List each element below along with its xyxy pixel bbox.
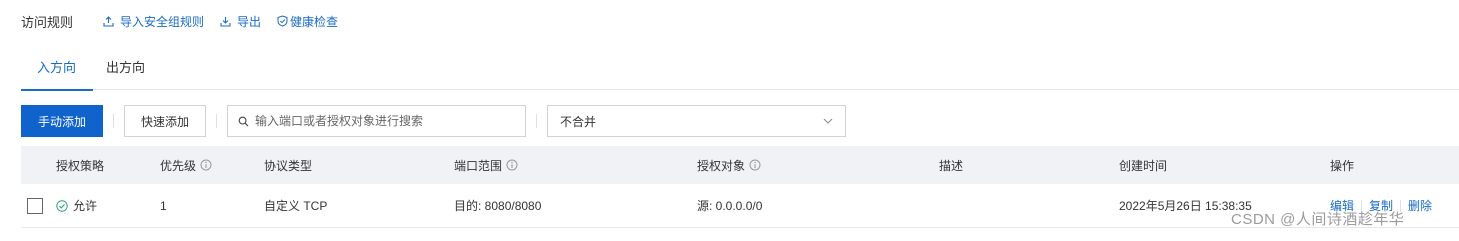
info-icon[interactable] [506,159,518,171]
check-circle-icon [56,199,68,212]
table-row: 允许 1 自定义 TCP 目的: 8080/8080 源: 0.0.0.0/0 … [21,184,1459,228]
merge-select-value: 不合并 [560,114,597,129]
col-auth-policy: 授权策略 [56,158,105,173]
export-link[interactable]: 导出 [220,13,261,30]
delete-link[interactable]: 删除 [1408,197,1432,214]
toolbar: 手动添加 快速添加 不合并 [21,105,846,137]
protocol-value: 自定义 TCP [264,199,328,213]
rules-table: 授权策略 优先级 协议类型 端口范围 授权对象 描述 创建时间 操作 允许 1 … [21,146,1459,228]
info-icon[interactable] [200,159,212,171]
health-check-link[interactable]: 健康检查 [277,13,338,30]
row-select-cell [21,197,56,214]
quick-add-button[interactable]: 快速添加 [124,105,206,137]
policy-value: 允许 [73,199,98,213]
row-checkbox[interactable] [27,197,43,214]
manual-add-button[interactable]: 手动添加 [21,105,103,137]
access-rules-panel: 访问规则 导入安全组规则 导出 健康检查 入方向 出方向 手动添加 快速添加 输… [0,0,1459,241]
shield-check-icon [277,15,288,27]
search-input[interactable] [255,114,515,128]
direction-tabs: 入方向 出方向 [21,52,1459,91]
import-label: 导入安全组规则 [120,14,205,29]
col-auth-object: 授权对象 [697,157,939,174]
health-check-label: 健康检查 [290,14,339,29]
col-created-at: 创建时间 [1119,158,1168,173]
col-port-range: 端口范围 [454,157,697,174]
export-label: 导出 [237,14,262,29]
upload-icon [103,15,114,27]
created-at-value: 2022年5月26日 15:38:35 [1119,199,1252,213]
search-icon [238,116,249,126]
search-box[interactable] [227,105,526,137]
col-protocol: 协议类型 [264,158,313,173]
col-priority: 优先级 [160,157,264,174]
col-port-range-label: 端口范围 [454,158,503,173]
download-icon [220,16,231,27]
header-bar: 访问规则 导入安全组规则 导出 健康检查 [21,11,338,31]
table-header: 授权策略 优先级 协议类型 端口范围 授权对象 描述 创建时间 操作 [21,146,1459,184]
col-auth-object-label: 授权对象 [697,158,746,173]
merge-select[interactable]: 不合并 [547,105,846,137]
col-actions: 操作 [1330,158,1355,173]
import-security-group-rules-link[interactable]: 导入安全组规则 [103,13,204,30]
auth-object-value: 源: 0.0.0.0/0 [697,199,763,213]
port-range-value: 目的: 8080/8080 [454,199,542,213]
table-body: 允许 1 自定义 TCP 目的: 8080/8080 源: 0.0.0.0/0 … [21,184,1459,228]
col-description: 描述 [939,158,964,173]
page-title: 访问规则 [21,14,74,30]
row-actions: 编辑 复制 删除 [1330,197,1459,214]
col-priority-label: 优先级 [160,158,197,173]
edit-link[interactable]: 编辑 [1330,197,1354,214]
toolbar-divider [216,114,217,128]
action-divider [1361,199,1363,212]
tab-outbound[interactable]: 出方向 [106,52,145,90]
info-icon[interactable] [749,159,761,171]
tab-inbound[interactable]: 入方向 [21,52,94,91]
toolbar-divider [113,114,114,128]
policy-cell: 允许 [56,197,160,214]
priority-value: 1 [160,198,167,213]
copy-link[interactable]: 复制 [1369,197,1393,214]
action-divider [1400,199,1402,212]
toolbar-divider [536,114,537,128]
chevron-down-icon [823,118,833,124]
